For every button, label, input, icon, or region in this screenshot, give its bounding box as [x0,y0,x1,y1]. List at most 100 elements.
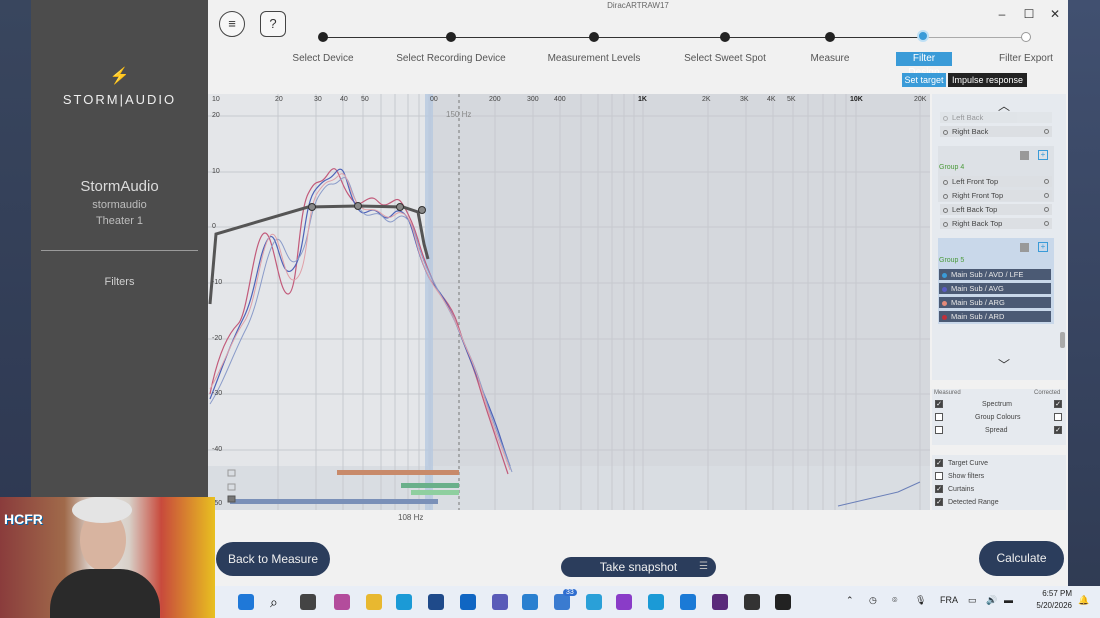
step-dot[interactable] [446,32,456,42]
step-measure[interactable]: Measure [770,53,890,64]
tray-icon[interactable]: ◷ [869,595,877,606]
tray-icon[interactable]: ⌾ [892,595,897,606]
sub-channel-row[interactable]: Main Sub / ARG [939,297,1051,308]
step-select-sweet-spot[interactable]: Select Sweet Spot [665,53,785,64]
spectrum-measured-checkbox[interactable]: ✓ [935,400,943,408]
windows-start-icon[interactable] [238,594,254,610]
scrollbar-thumb[interactable] [1060,332,1065,348]
step-measurement-levels[interactable]: Measurement Levels [534,53,654,64]
outlook-icon[interactable] [460,594,476,610]
sidebar-item-filters[interactable]: Filters [31,276,208,288]
main-window: DiracARTRAW17 – ☐ ✕ ≡ ? Select Device Se… [208,0,1068,586]
y-tick: -30 [212,390,223,397]
clock-time[interactable]: 6:57 PM [1032,589,1072,598]
step-dot-pending[interactable] [1021,32,1031,42]
set-target-toggle[interactable]: Set target [902,73,946,87]
dirac-icon[interactable] [775,594,791,610]
channel-row[interactable]: Right Front Top [940,190,1052,201]
group-colours-corrected-checkbox[interactable] [1054,413,1062,421]
group-5-label: Group 5 [939,257,965,264]
visual-studio-icon[interactable] [616,594,632,610]
teams-icon[interactable] [492,594,508,610]
group-4-label: Group 4 [939,164,965,171]
language-indicator[interactable]: FRA [940,595,958,605]
search-icon[interactable]: ⌕ [270,594,286,610]
close-icon[interactable]: ✕ [1047,6,1063,22]
file-explorer-icon[interactable] [366,594,382,610]
channel-row[interactable]: Left Front Top [940,176,1052,187]
calculate-button[interactable]: Calculate [979,541,1064,576]
edge-icon[interactable] [680,594,696,610]
maximize-icon[interactable]: ☐ [1021,6,1037,22]
frequency-marker-top: 150 Hz [446,110,472,119]
step-select-recording-device[interactable]: Select Recording Device [391,53,511,64]
chat-icon[interactable] [554,594,570,610]
channel-row[interactable]: Left Back Top [940,204,1052,215]
step-dot[interactable] [318,32,328,42]
group-settings-icon[interactable] [1020,151,1029,160]
range-checkbox[interactable] [227,495,236,503]
mail-icon[interactable] [522,594,538,610]
spectrum-corrected-checkbox[interactable]: ✓ [1054,400,1062,408]
notifications-icon[interactable]: 🔔 [1078,595,1089,606]
frequency-response-graph[interactable]: 10 20 30 40 50 00 200 300 400 1K 2K 3K 4… [208,94,930,510]
target-handle[interactable] [308,203,316,211]
app-icon[interactable] [744,594,760,610]
clock-date[interactable]: 5/20/2026 [1028,601,1072,610]
x-tick: 20 [275,96,283,103]
menu-button[interactable]: ≡ [219,11,245,37]
target-curve-checkbox[interactable]: ✓ [935,459,943,467]
device-name: StormAudio [80,178,159,195]
edge-icon[interactable] [396,594,412,610]
show-filters-checkbox[interactable] [935,472,943,480]
spread-measured-checkbox[interactable] [935,426,943,434]
channel-row[interactable]: Right Back [940,126,1052,137]
step-filter-design[interactable]: Filter Design [896,52,952,78]
group-colours-measured-checkbox[interactable] [935,413,943,421]
target-handle[interactable] [396,203,404,211]
chevron-up-icon[interactable]: ⌃ [846,595,854,606]
desktop-background-right [1068,0,1100,618]
help-button[interactable]: ? [260,11,286,37]
take-snapshot-button[interactable]: Take snapshot ☰ [561,557,716,577]
app-icon[interactable] [334,594,350,610]
impulse-response-toggle[interactable]: Impulse response [948,73,1027,87]
sub-channel-row[interactable]: Main Sub / ARD [939,311,1051,322]
sub-channel-row[interactable]: Main Sub / AVG [939,283,1051,294]
brand-logo: STORM|AUDIO [62,92,177,107]
x-tick: 5K [787,96,796,103]
channel-row[interactable]: Left Back [940,112,1052,123]
chevron-down-icon[interactable]: ﹀ [998,356,1010,373]
edge-icon[interactable] [648,594,664,610]
volume-icon[interactable]: 🔊 [986,595,997,606]
step-select-device[interactable]: Select Device [263,53,383,64]
back-to-measure-button[interactable]: Back to Measure [216,542,330,576]
sub-channel-row[interactable]: Main Sub / AVD / LFE [939,269,1051,280]
step-dot[interactable] [589,32,599,42]
target-handle[interactable] [354,202,362,210]
crossover-marker[interactable] [425,94,433,510]
step-dot-active[interactable] [917,30,929,42]
target-handle[interactable] [418,206,426,214]
display-icon[interactable]: ▭ [968,595,977,606]
channel-row[interactable]: Right Back Top [940,218,1052,229]
group-settings-icon[interactable] [1020,243,1029,252]
store-icon[interactable] [428,594,444,610]
app-icon[interactable] [586,594,602,610]
rew-icon[interactable] [712,594,728,610]
detected-range-checkbox[interactable]: ✓ [935,498,943,506]
y-tick: -20 [212,335,223,342]
add-icon[interactable]: + [1038,150,1048,160]
add-icon[interactable]: + [1038,242,1048,252]
step-filter-export[interactable]: Filter Export [966,53,1086,64]
spread-corrected-checkbox[interactable]: ✓ [1054,426,1062,434]
list-icon[interactable]: ☰ [699,557,708,577]
battery-icon[interactable]: ▬ [1004,595,1013,605]
microphone-icon[interactable]: 🎙 [915,595,926,606]
task-view-icon[interactable] [300,594,316,610]
minimize-icon[interactable]: – [994,6,1010,22]
range-bar-green [401,483,459,488]
step-dot[interactable] [720,32,730,42]
step-dot[interactable] [825,32,835,42]
curtains-checkbox[interactable]: ✓ [935,485,943,493]
